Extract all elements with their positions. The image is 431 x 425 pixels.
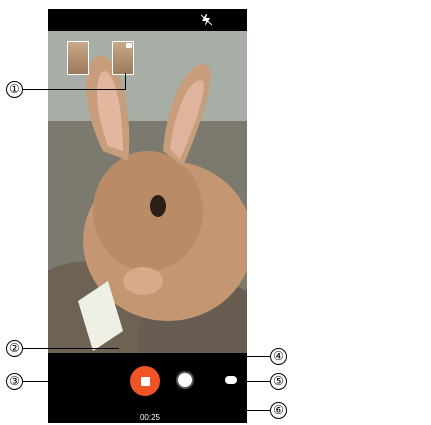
callout-6-line <box>154 410 270 411</box>
callout-6: ⑥ <box>270 402 287 419</box>
flash-off-icon <box>201 14 212 26</box>
callout-4-line-vertical <box>186 356 187 372</box>
status-bar <box>48 9 247 31</box>
thumbnail-preview-2[interactable] <box>112 41 134 75</box>
rabbit-photo <box>48 31 247 384</box>
camera-icon <box>126 43 132 48</box>
callout-3-line <box>23 381 130 382</box>
stop-icon <box>140 376 150 386</box>
phone-screen: 00:25 <box>48 9 247 423</box>
callout-4: ④ <box>270 348 287 365</box>
recording-timer: 00:25 <box>139 413 161 422</box>
callout-4-line <box>187 356 270 357</box>
callout-3: ③ <box>6 373 23 390</box>
callout-1-line <box>23 89 126 90</box>
callout-5: ⑤ <box>270 373 287 390</box>
camera-viewfinder[interactable] <box>48 31 247 384</box>
pause-button[interactable] <box>225 376 237 384</box>
callout-2: ② <box>6 340 23 357</box>
callout-1-line-vertical <box>125 73 126 90</box>
thumbnail-preview-1[interactable] <box>67 41 89 75</box>
shutter-button[interactable] <box>176 371 194 389</box>
stop-recording-button[interactable] <box>130 366 160 396</box>
callout-2-line <box>23 348 119 349</box>
callout-1: ① <box>6 81 23 98</box>
callout-5-line <box>237 381 270 382</box>
